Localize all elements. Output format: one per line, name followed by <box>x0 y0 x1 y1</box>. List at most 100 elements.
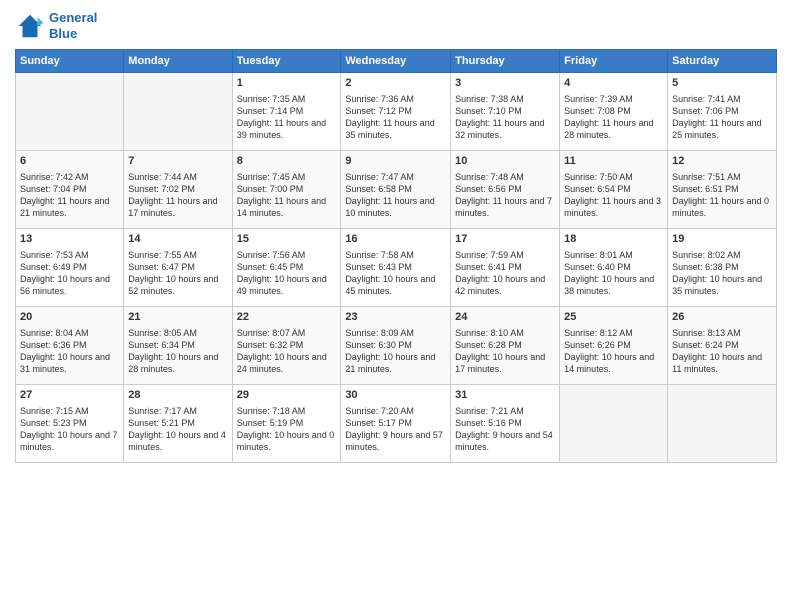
day-number: 31 <box>455 388 555 403</box>
day-info: Sunrise: 8:02 AM Sunset: 6:38 PM Dayligh… <box>672 249 772 298</box>
day-info: Sunrise: 7:53 AM Sunset: 6:49 PM Dayligh… <box>20 249 119 298</box>
calendar-week-row: 6Sunrise: 7:42 AM Sunset: 7:04 PM Daylig… <box>16 151 777 229</box>
day-number: 5 <box>672 76 772 91</box>
day-info: Sunrise: 7:58 AM Sunset: 6:43 PM Dayligh… <box>345 249 446 298</box>
calendar-cell: 21 Sunrise: 8:05 AM Sunset: 6:34 PM Dayli… <box>124 307 232 385</box>
calendar-cell <box>124 73 232 151</box>
weekday-header-row: SundayMondayTuesdayWednesdayThursdayFrid… <box>16 50 777 73</box>
calendar-cell: 25 Sunrise: 8:12 AM Sunset: 6:26 PM Dayli… <box>560 307 668 385</box>
calendar-cell: 16 Sunrise: 7:58 AM Sunset: 6:43 PM Dayli… <box>341 229 451 307</box>
day-number: 15 <box>237 232 337 247</box>
calendar-cell: 31 Sunrise: 7:21 AM Sunset: 5:16 PM Dayli… <box>451 385 560 463</box>
calendar-cell: 14 Sunrise: 7:55 AM Sunset: 6:47 PM Dayli… <box>124 229 232 307</box>
calendar-table: SundayMondayTuesdayWednesdayThursdayFrid… <box>15 49 777 463</box>
weekday-header-friday: Friday <box>560 50 668 73</box>
day-number: 4 <box>564 76 663 91</box>
day-info: Sunrise: 7:41 AM Sunset: 7:06 PM Dayligh… <box>672 93 772 142</box>
day-info: Sunrise: 7:17 AM Sunset: 5:21 PM Dayligh… <box>128 405 227 454</box>
day-info: Sunrise: 8:13 AM Sunset: 6:24 PM Dayligh… <box>672 327 772 376</box>
day-info: Sunrise: 8:07 AM Sunset: 6:32 PM Dayligh… <box>237 327 337 376</box>
calendar-cell: 26 Sunrise: 8:13 AM Sunset: 6:24 PM Dayli… <box>668 307 777 385</box>
weekday-header-saturday: Saturday <box>668 50 777 73</box>
day-info: Sunrise: 8:01 AM Sunset: 6:40 PM Dayligh… <box>564 249 663 298</box>
calendar-cell: 30Sunrise: 7:20 AM Sunset: 5:17 PM Dayli… <box>341 385 451 463</box>
day-info: Sunrise: 7:21 AM Sunset: 5:16 PM Dayligh… <box>455 405 555 454</box>
weekday-header-wednesday: Wednesday <box>341 50 451 73</box>
day-info: Sunrise: 7:36 AM Sunset: 7:12 PM Dayligh… <box>345 93 446 142</box>
day-number: 3 <box>455 76 555 91</box>
day-info: Sunrise: 7:59 AM Sunset: 6:41 PM Dayligh… <box>455 249 555 298</box>
header: General Blue <box>15 10 777 41</box>
day-number: 2 <box>345 76 446 91</box>
day-info: Sunrise: 7:50 AM Sunset: 6:54 PM Dayligh… <box>564 171 663 220</box>
calendar-cell: 8Sunrise: 7:45 AM Sunset: 7:00 PM Daylig… <box>232 151 341 229</box>
page: General Blue SundayMondayTuesdayWednesda… <box>0 0 792 612</box>
day-number: 28 <box>128 388 227 403</box>
day-number: 23 <box>345 310 446 325</box>
calendar-cell: 9 Sunrise: 7:47 AM Sunset: 6:58 PM Daylig… <box>341 151 451 229</box>
day-number: 29 <box>237 388 337 403</box>
day-info: Sunrise: 7:35 AM Sunset: 7:14 PM Dayligh… <box>237 93 337 142</box>
calendar-cell: 7 Sunrise: 7:44 AM Sunset: 7:02 PM Daylig… <box>124 151 232 229</box>
day-number: 26 <box>672 310 772 325</box>
day-info: Sunrise: 8:04 AM Sunset: 6:36 PM Dayligh… <box>20 327 119 376</box>
calendar-cell: 4 Sunrise: 7:39 AM Sunset: 7:08 PM Daylig… <box>560 73 668 151</box>
day-info: Sunrise: 7:38 AM Sunset: 7:10 PM Dayligh… <box>455 93 555 142</box>
calendar-cell: 27 Sunrise: 7:15 AM Sunset: 5:23 PM Dayli… <box>16 385 124 463</box>
day-number: 10 <box>455 154 555 169</box>
day-number: 25 <box>564 310 663 325</box>
day-number: 17 <box>455 232 555 247</box>
calendar-cell: 28 Sunrise: 7:17 AM Sunset: 5:21 PM Dayli… <box>124 385 232 463</box>
day-info: Sunrise: 7:39 AM Sunset: 7:08 PM Dayligh… <box>564 93 663 142</box>
calendar-cell: 19 Sunrise: 8:02 AM Sunset: 6:38 PM Dayli… <box>668 229 777 307</box>
day-info: Sunrise: 7:15 AM Sunset: 5:23 PM Dayligh… <box>20 405 119 454</box>
calendar-cell: 2 Sunrise: 7:36 AM Sunset: 7:12 PM Daylig… <box>341 73 451 151</box>
logo-icon <box>15 11 45 41</box>
day-number: 21 <box>128 310 227 325</box>
calendar-week-row: 27 Sunrise: 7:15 AM Sunset: 5:23 PM Dayli… <box>16 385 777 463</box>
calendar-cell: 6Sunrise: 7:42 AM Sunset: 7:04 PM Daylig… <box>16 151 124 229</box>
calendar-week-row: 13 Sunrise: 7:53 AM Sunset: 6:49 PM Dayli… <box>16 229 777 307</box>
logo-text: General Blue <box>49 10 97 41</box>
calendar-cell <box>16 73 124 151</box>
day-info: Sunrise: 7:42 AM Sunset: 7:04 PM Dayligh… <box>20 171 119 220</box>
calendar-cell: 18 Sunrise: 8:01 AM Sunset: 6:40 PM Dayli… <box>560 229 668 307</box>
day-info: Sunrise: 7:45 AM Sunset: 7:00 PM Dayligh… <box>237 171 337 220</box>
day-number: 14 <box>128 232 227 247</box>
day-info: Sunrise: 7:56 AM Sunset: 6:45 PM Dayligh… <box>237 249 337 298</box>
day-number: 7 <box>128 154 227 169</box>
calendar-cell: 13 Sunrise: 7:53 AM Sunset: 6:49 PM Dayli… <box>16 229 124 307</box>
calendar-cell: 20Sunrise: 8:04 AM Sunset: 6:36 PM Dayli… <box>16 307 124 385</box>
calendar-cell: 15 Sunrise: 7:56 AM Sunset: 6:45 PM Dayli… <box>232 229 341 307</box>
day-number: 30 <box>345 388 446 403</box>
calendar-cell: 23 Sunrise: 8:09 AM Sunset: 6:30 PM Dayli… <box>341 307 451 385</box>
calendar-cell: 11Sunrise: 7:50 AM Sunset: 6:54 PM Dayli… <box>560 151 668 229</box>
calendar-cell: 10 Sunrise: 7:48 AM Sunset: 6:56 PM Dayli… <box>451 151 560 229</box>
day-info: Sunrise: 7:44 AM Sunset: 7:02 PM Dayligh… <box>128 171 227 220</box>
day-number: 18 <box>564 232 663 247</box>
weekday-header-tuesday: Tuesday <box>232 50 341 73</box>
day-number: 24 <box>455 310 555 325</box>
day-number: 19 <box>672 232 772 247</box>
day-info: Sunrise: 7:55 AM Sunset: 6:47 PM Dayligh… <box>128 249 227 298</box>
calendar-cell: 3 Sunrise: 7:38 AM Sunset: 7:10 PM Daylig… <box>451 73 560 151</box>
calendar-cell <box>668 385 777 463</box>
weekday-header-sunday: Sunday <box>16 50 124 73</box>
logo: General Blue <box>15 10 97 41</box>
day-number: 9 <box>345 154 446 169</box>
day-number: 13 <box>20 232 119 247</box>
day-number: 1 <box>237 76 337 91</box>
day-info: Sunrise: 8:09 AM Sunset: 6:30 PM Dayligh… <box>345 327 446 376</box>
day-info: Sunrise: 8:05 AM Sunset: 6:34 PM Dayligh… <box>128 327 227 376</box>
calendar-cell <box>560 385 668 463</box>
day-info: Sunrise: 8:12 AM Sunset: 6:26 PM Dayligh… <box>564 327 663 376</box>
day-number: 27 <box>20 388 119 403</box>
calendar-cell: 17 Sunrise: 7:59 AM Sunset: 6:41 PM Dayli… <box>451 229 560 307</box>
day-info: Sunrise: 7:51 AM Sunset: 6:51 PM Dayligh… <box>672 171 772 220</box>
day-info: Sunrise: 7:48 AM Sunset: 6:56 PM Dayligh… <box>455 171 555 220</box>
day-info: Sunrise: 7:47 AM Sunset: 6:58 PM Dayligh… <box>345 171 446 220</box>
day-number: 12 <box>672 154 772 169</box>
day-number: 16 <box>345 232 446 247</box>
calendar-week-row: 1 Sunrise: 7:35 AM Sunset: 7:14 PM Daylig… <box>16 73 777 151</box>
day-info: Sunrise: 7:18 AM Sunset: 5:19 PM Dayligh… <box>237 405 337 454</box>
